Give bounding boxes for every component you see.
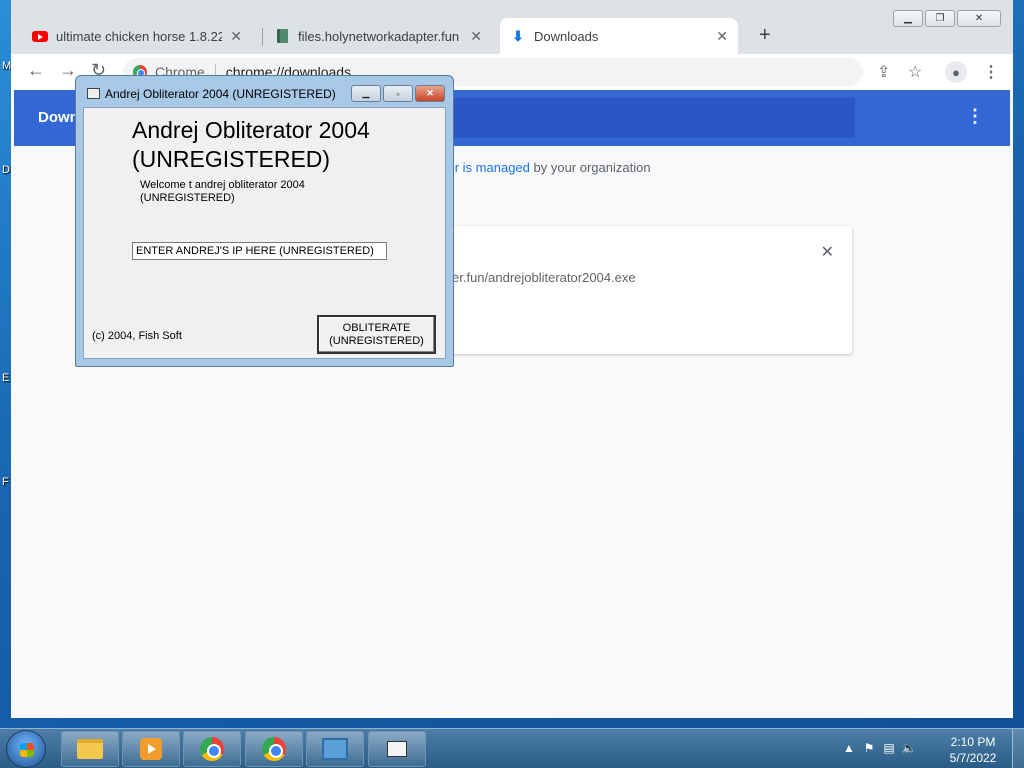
start-button[interactable] [6,730,46,768]
more-actions-icon[interactable]: ⋮ [966,106,984,127]
tab-youtube[interactable]: ultimate chicken horse 1.8.22 onl ✕ [22,18,252,54]
youtube-icon [32,28,48,44]
back-arrow-icon[interactable]: ← [27,60,45,81]
tab-close-icon[interactable]: ✕ [230,28,242,45]
tab-close-icon[interactable]: ✕ [470,28,482,45]
tab-close-icon[interactable]: ✕ [716,28,728,45]
show-desktop-button[interactable] [1012,729,1024,768]
dialog-title-bar[interactable]: Andrej Obliterator 2004 (UNREGISTERED) ▁… [76,76,453,106]
chrome-icon [200,737,224,761]
dialog-title: Andrej Obliterator 2004 (UNREGISTERED) [105,87,336,101]
action-center-flag-icon[interactable]: ⚑ [862,741,876,755]
dialog-window-controls: ▁ ▫ ✕ [351,85,445,102]
system-tray: ▲ ⚑ ▤ 🔈 [842,741,916,755]
dialog-heading: Andrej Obliterator 2004 (UNREGISTERED) [132,117,370,172]
ip-address-input[interactable] [132,242,387,260]
network-icon[interactable]: ▤ [882,741,896,755]
desktop-icon-label[interactable]: M [2,60,11,72]
downloads-search-field[interactable] [439,98,855,138]
tab-title: ultimate chicken horse 1.8.22 onl [56,28,223,44]
restore-button[interactable]: ❐ [925,10,955,27]
share-icon[interactable]: ⇪ [877,62,890,82]
book-icon [274,28,290,44]
media-player-icon [140,738,162,760]
bookmark-star-icon[interactable]: ☆ [908,62,922,82]
obliterate-button[interactable]: OBLITERATE (UNREGISTERED) [317,315,436,354]
taskbar-clock[interactable]: 2:10 PM 5/7/2022 [938,734,1008,766]
folder-icon [77,739,103,759]
tab-strip: ultimate chicken horse 1.8.22 onl ✕ file… [22,18,822,54]
managed-link[interactable]: ser is managed [441,160,530,175]
download-icon: ⬇ [512,27,524,44]
chrome-icon [262,737,286,761]
taskbar-chrome-1[interactable] [183,731,241,767]
minimize-button[interactable]: ▁ [893,10,923,27]
app-window-icon [387,741,407,757]
taskbar-explorer[interactable] [61,731,119,767]
dialog-client-area: Andrej Obliterator 2004 (UNREGISTERED) W… [83,107,446,359]
download-source-url[interactable]: er.fun/andrejobliterator2004.exe [452,270,636,285]
volume-icon[interactable]: 🔈 [902,741,917,755]
tab-title: files.holynetworkadapter.fun [298,28,460,44]
obliterator-dialog: Andrej Obliterator 2004 (UNREGISTERED) ▁… [75,75,454,367]
managed-notice: ser is managed by your organization [441,160,651,175]
managed-text: by your organization [529,160,651,175]
copyright-text: (c) 2004, Fish Soft [92,330,182,342]
show-hidden-icons-icon[interactable]: ▲ [842,741,856,755]
dialog-maximize-button[interactable]: ▫ [383,85,413,102]
forward-arrow-icon[interactable]: → [59,60,77,81]
windows-logo-icon [20,743,34,757]
desktop-icon-label[interactable]: E [2,372,9,384]
taskbar-chrome-2[interactable] [245,731,303,767]
new-tab-button[interactable]: + [759,24,771,47]
page-title: Down [38,109,79,126]
dialog-minimize-button[interactable]: ▁ [351,85,381,102]
taskbar-control-panel[interactable] [306,731,364,767]
control-panel-icon [322,738,348,760]
taskbar-obliterator[interactable] [368,731,426,767]
clock-time: 2:10 PM [950,735,996,749]
menu-kebab-icon[interactable]: ⋮ [983,62,999,82]
tab-separator [262,28,263,46]
close-window-button[interactable]: ✕ [957,10,1001,27]
tab-title: Downloads [534,28,599,44]
download-item-card: ✕ er.fun/andrejobliterator2004.exe [436,226,852,354]
dialog-close-button[interactable]: ✕ [415,85,445,102]
desktop-icon-label[interactable]: F [2,476,9,488]
window-controls: ▁ ❐ ✕ [893,10,1001,27]
profile-avatar[interactable]: ● [945,61,967,83]
app-window-icon [87,88,100,99]
tab-downloads[interactable]: ⬇ Downloads ✕ [500,18,738,54]
clock-date: 5/7/2022 [949,751,997,765]
desktop-icon-label[interactable]: D [2,164,10,176]
tab-files[interactable]: files.holynetworkadapter.fun ✕ [264,18,492,54]
remove-download-icon[interactable]: ✕ [821,242,834,262]
taskbar: ▲ ⚑ ▤ 🔈 2:10 PM 5/7/2022 [0,728,1024,768]
welcome-text: Welcome t andrej obliterator 2004 (UNREG… [140,179,305,204]
taskbar-media-player[interactable] [122,731,180,767]
